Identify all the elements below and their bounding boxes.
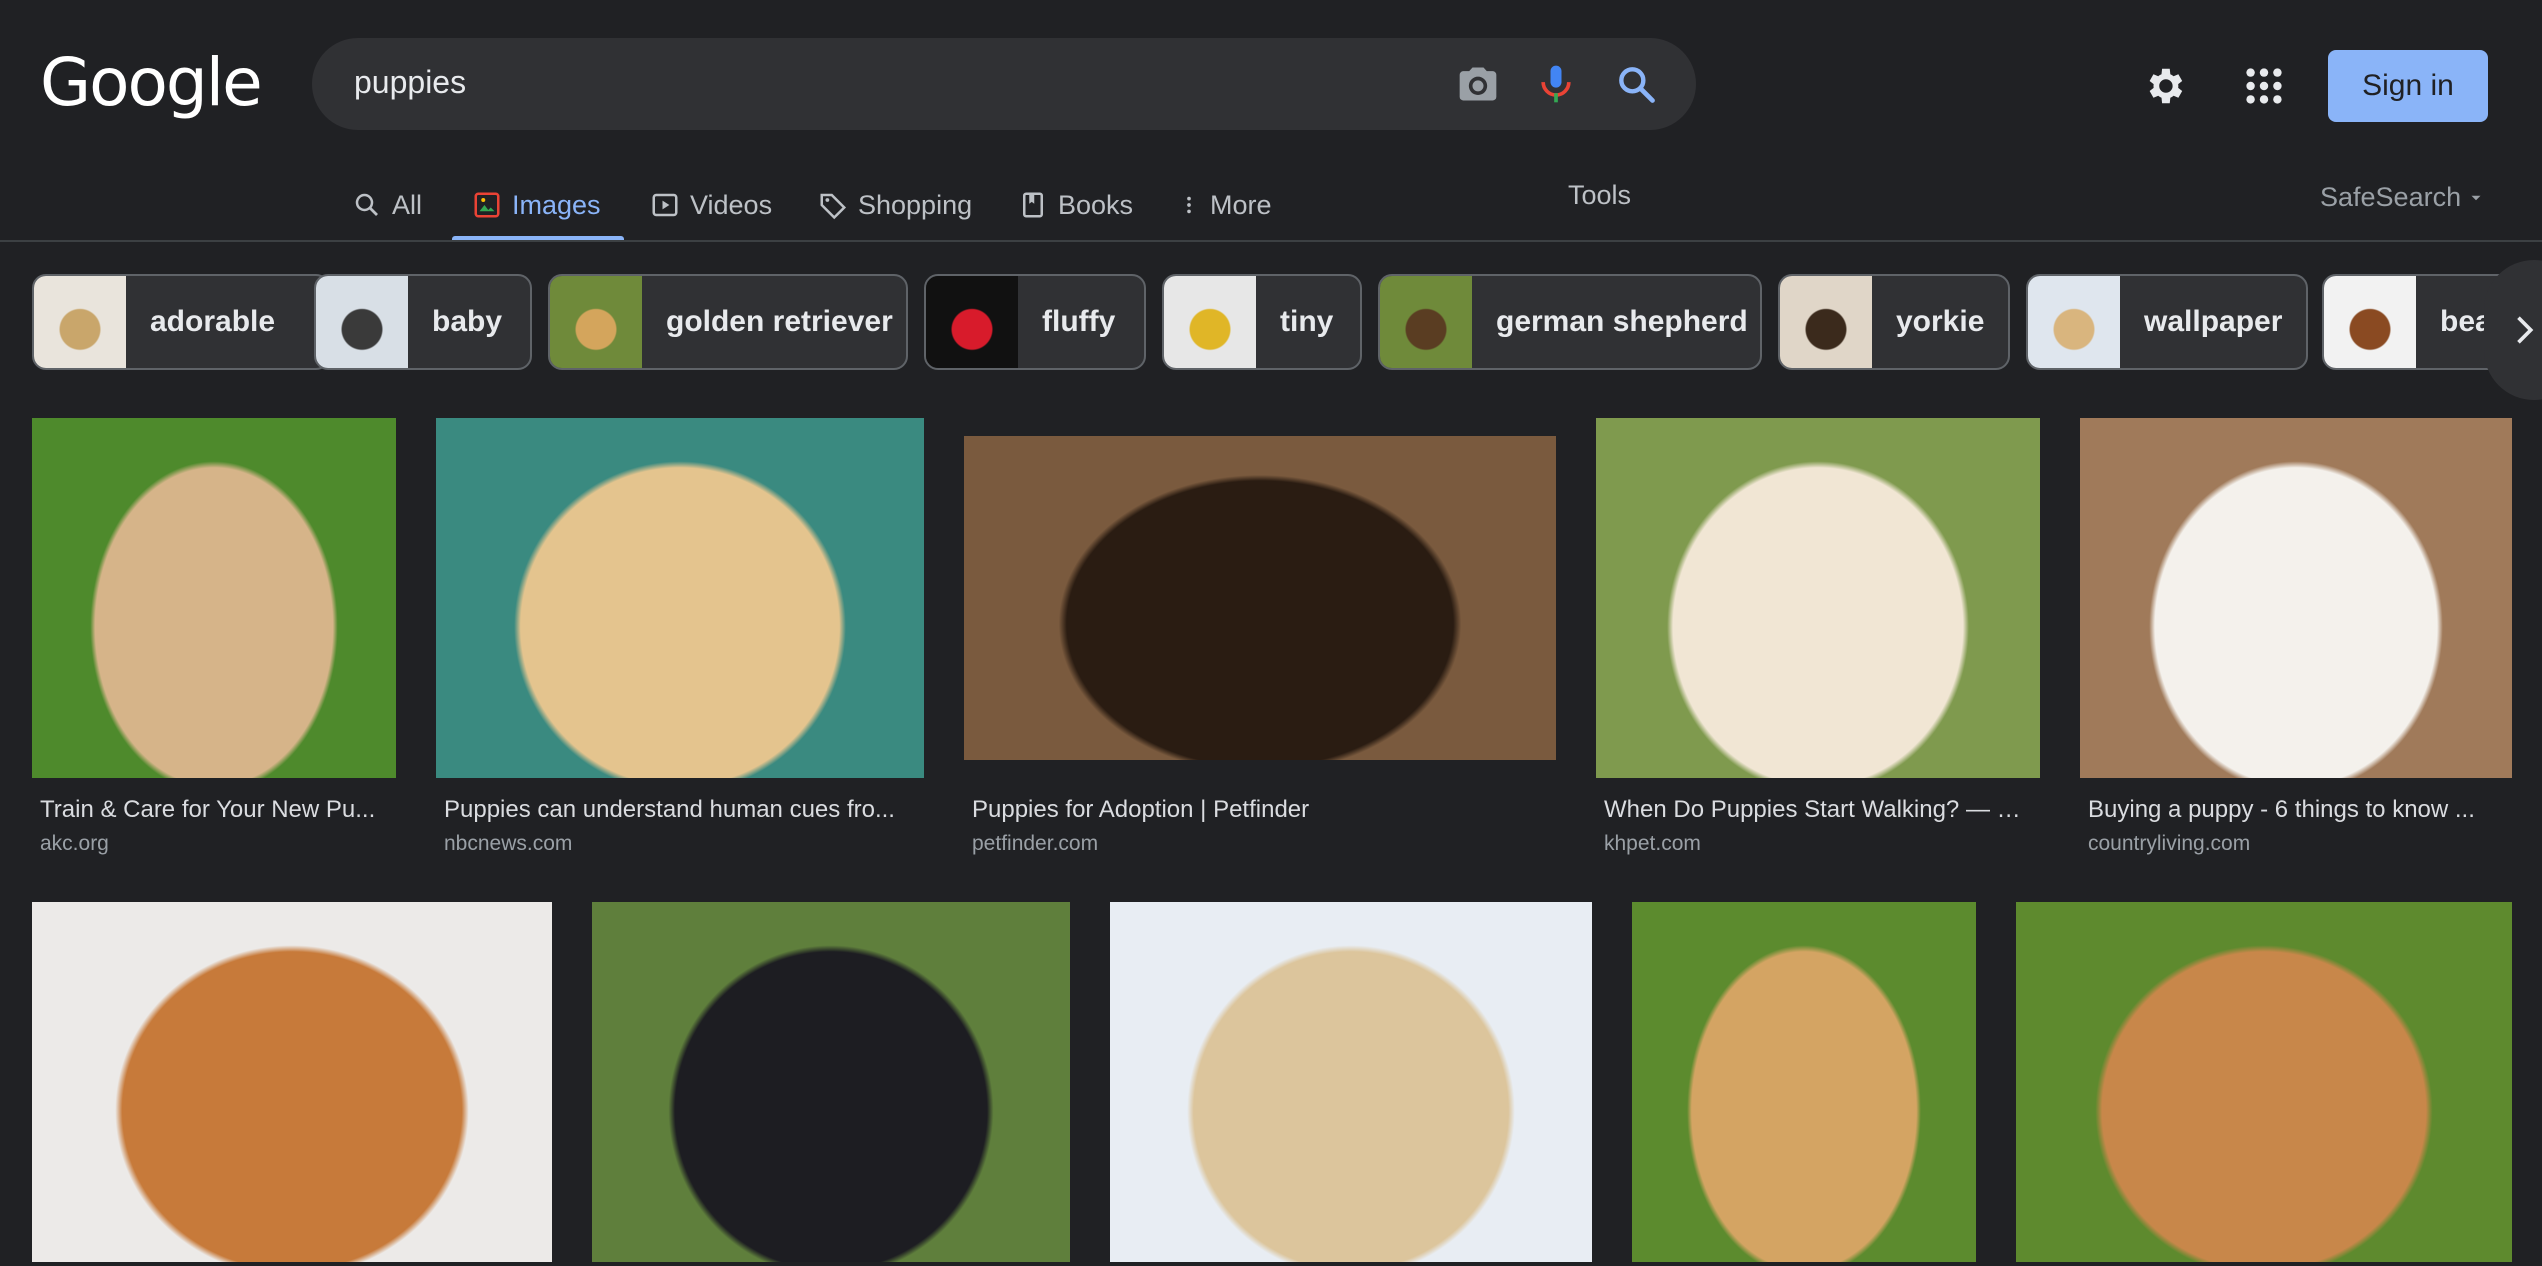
- tab-more[interactable]: More: [1178, 170, 1272, 240]
- chip-thumbnail: [1380, 276, 1472, 368]
- chip-thumbnail: [926, 276, 1018, 368]
- tab-all-label: All: [392, 189, 423, 220]
- chip-label: yorkie: [1896, 305, 1985, 338]
- result-source[interactable]: khpet.com: [1604, 832, 1701, 856]
- result-title[interactable]: Train & Care for Your New Pu...: [40, 796, 388, 824]
- google-logo[interactable]: Google: [40, 44, 263, 121]
- chip-label: golden retriever: [666, 305, 893, 338]
- gear-icon[interactable]: [2134, 56, 2194, 116]
- result-thumbnail[interactable]: [32, 418, 396, 778]
- camera-icon[interactable]: [1454, 60, 1502, 108]
- chip-thumbnail: [316, 276, 408, 368]
- result-thumbnail[interactable]: [1632, 902, 1976, 1262]
- tab-books[interactable]: Books: [1018, 170, 1133, 240]
- result-title[interactable]: When Do Puppies Start Walking? — K...: [1604, 796, 2032, 824]
- chip-german-shepherd[interactable]: german shepherd: [1378, 274, 1762, 370]
- chip-golden-retriever[interactable]: golden retriever: [548, 274, 908, 370]
- result-thumbnail[interactable]: [32, 902, 552, 1262]
- result-thumbnail[interactable]: [964, 436, 1556, 760]
- header: Google puppies Sign in: [0, 0, 2542, 150]
- result-title[interactable]: Puppies for Adoption | Petfinder: [972, 796, 1548, 824]
- safesearch-label: SafeSearch: [2320, 182, 2462, 212]
- result-thumbnail[interactable]: [2080, 418, 2512, 778]
- related-search-chips: adorable baby golden retriever fluffy tiny ge…: [0, 274, 2542, 370]
- result-thumbnail[interactable]: [592, 902, 1070, 1262]
- result-source[interactable]: nbcnews.com: [444, 832, 572, 856]
- result-title[interactable]: Puppies can understand human cues fro...: [444, 796, 916, 824]
- apps-grid-icon[interactable]: [2234, 56, 2294, 116]
- chip-label: baby: [432, 305, 503, 338]
- chips-next-button[interactable]: [2484, 260, 2542, 400]
- chip-wallpaper[interactable]: wallpaper: [2026, 274, 2308, 370]
- result-thumbnail[interactable]: [436, 418, 924, 778]
- result-thumbnail[interactable]: [1110, 902, 1592, 1262]
- chip-thumbnail: [1780, 276, 1872, 368]
- chip-thumbnail: [550, 276, 642, 368]
- tab-videos-label: Videos: [690, 189, 773, 220]
- chip-thumbnail: [1164, 276, 1256, 368]
- search-icon[interactable]: [1612, 60, 1660, 108]
- tab-books-label: Books: [1058, 189, 1134, 220]
- chip-yorkie[interactable]: yorkie: [1778, 274, 2010, 370]
- chip-thumbnail: [2028, 276, 2120, 368]
- chip-label: german shepherd: [1496, 305, 1748, 338]
- search-box[interactable]: puppies: [312, 38, 1696, 130]
- tools-button[interactable]: Tools: [1568, 180, 1631, 211]
- result-thumbnail[interactable]: [2016, 902, 2512, 1262]
- tab-all[interactable]: All: [352, 170, 422, 240]
- chevron-right-icon: [2517, 316, 2534, 344]
- chip-fluffy[interactable]: fluffy: [924, 274, 1146, 370]
- play-icon: [652, 193, 678, 217]
- search-input[interactable]: puppies: [354, 64, 466, 101]
- result-source[interactable]: akc.org: [40, 832, 109, 856]
- header-divider: [0, 240, 2542, 242]
- tab-more-label: More: [1210, 189, 1272, 220]
- mic-icon[interactable]: [1532, 60, 1580, 108]
- result-title[interactable]: Buying a puppy - 6 things to know ...: [2088, 796, 2504, 824]
- tab-videos[interactable]: Videos: [650, 170, 772, 240]
- chip-label: adorable: [150, 305, 276, 338]
- safesearch-button[interactable]: SafeSearch: [2320, 182, 2485, 213]
- tag-icon: [820, 193, 847, 220]
- chip-label: fluffy: [1042, 305, 1116, 338]
- more-vert-icon: [1187, 196, 1191, 214]
- sign-in-button[interactable]: Sign in: [2328, 50, 2488, 122]
- chip-adorable[interactable]: adorable: [32, 274, 330, 370]
- chip-thumbnail: [34, 276, 126, 368]
- result-source[interactable]: petfinder.com: [972, 832, 1098, 856]
- book-icon: [1023, 192, 1043, 218]
- tab-shopping[interactable]: Shopping: [818, 170, 972, 240]
- tab-images-label: Images: [512, 189, 601, 220]
- chip-label: tiny: [1280, 305, 1334, 338]
- chip-tiny[interactable]: tiny: [1162, 274, 1362, 370]
- chip-thumbnail: [2324, 276, 2416, 368]
- tab-images[interactable]: Images: [472, 170, 601, 240]
- caret-down-icon: [2471, 195, 2481, 200]
- tab-shopping-label: Shopping: [858, 189, 973, 220]
- chip-label: wallpaper: [2144, 305, 2283, 338]
- chip-baby[interactable]: baby: [314, 274, 532, 370]
- search-icon: [355, 193, 378, 216]
- result-thumbnail[interactable]: [1596, 418, 2040, 778]
- image-icon: [474, 192, 500, 218]
- result-source[interactable]: countryliving.com: [2088, 832, 2250, 856]
